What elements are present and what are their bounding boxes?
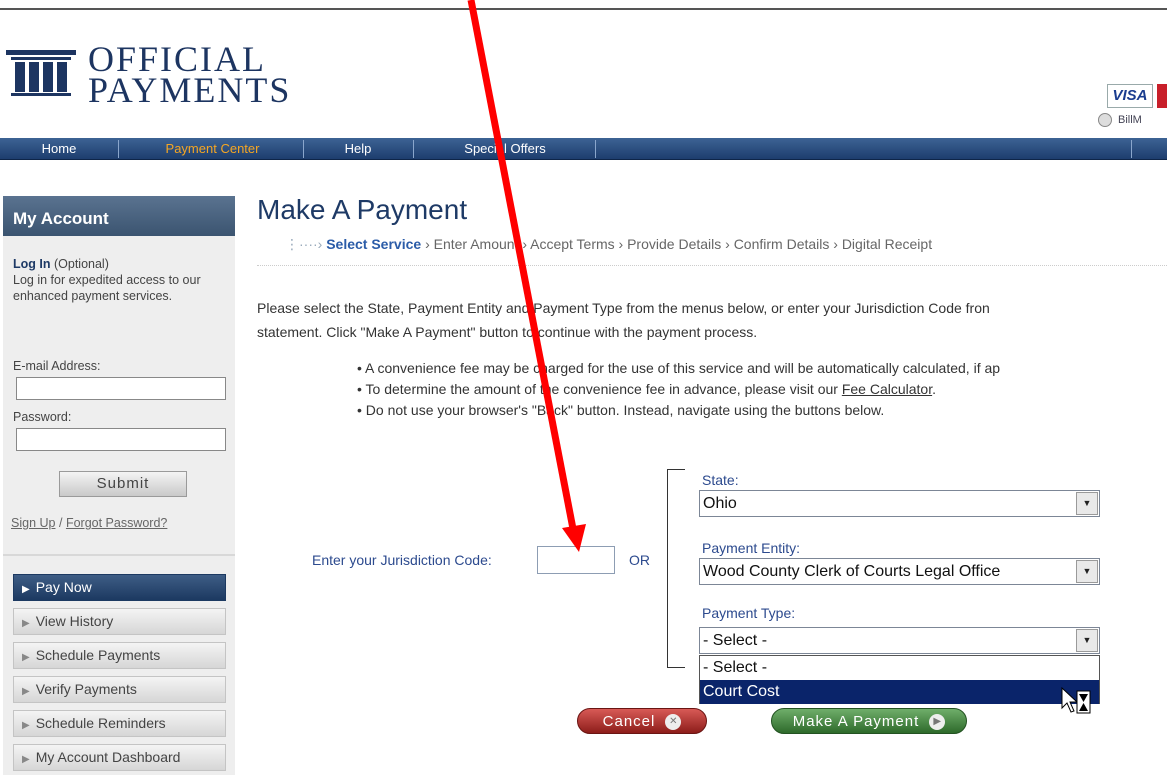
- or-label: OR: [629, 552, 650, 568]
- notice-text: • To determine the amount of the conveni…: [357, 381, 838, 397]
- pillars-icon: [6, 50, 76, 96]
- top-border: [0, 0, 1167, 10]
- sign-up-link[interactable]: Sign Up: [11, 516, 55, 530]
- nav-separator: [1131, 140, 1132, 158]
- notice-period: .: [932, 381, 937, 397]
- option-select[interactable]: - Select -: [700, 656, 1099, 680]
- menu-verify-payments[interactable]: ▶ Verify Payments: [13, 676, 226, 703]
- fee-calculator-link[interactable]: Fee Calculator: [842, 381, 932, 397]
- menu-pay-now[interactable]: ▶ Pay Now: [13, 574, 226, 601]
- triangle-right-icon: ▶: [22, 686, 30, 697]
- annotation-arrow-line: [467, 0, 578, 535]
- menu-schedule-reminders[interactable]: ▶ Schedule Reminders: [13, 710, 226, 737]
- password-field[interactable]: [16, 428, 226, 451]
- menu-label: Verify Payments: [35, 681, 137, 697]
- notice-back-button: • Do not use your browser's "Back" butto…: [357, 402, 885, 418]
- triangle-right-icon: ▶: [22, 584, 30, 595]
- link-separator: /: [58, 516, 63, 530]
- account-links: Sign Up / Forgot Password?: [11, 516, 167, 530]
- sidebar: My Account Log In (Optional) Log in for …: [3, 196, 235, 775]
- password-label: Password:: [13, 410, 72, 424]
- selection-bracket: [667, 469, 685, 668]
- triangle-right-icon: ▶: [22, 720, 30, 731]
- chevron-down-icon[interactable]: ▼: [1076, 492, 1098, 515]
- state-select[interactable]: Ohio ▼: [699, 490, 1100, 517]
- menu-label: My Account Dashboard: [35, 749, 181, 765]
- triangle-right-icon: ▶: [22, 652, 30, 663]
- make-a-payment-button[interactable]: Make A Payment ▶: [771, 708, 967, 734]
- nav-help[interactable]: Help: [318, 138, 398, 160]
- nav-separator: [118, 140, 119, 158]
- login-title: Log In: [13, 257, 51, 271]
- payment-type-dropdown: - Select - Court Cost: [699, 655, 1100, 704]
- nav-separator: [413, 140, 414, 158]
- notice-fee: • A convenience fee may be charged for t…: [357, 360, 1001, 376]
- visa-card-icon: VISA: [1107, 84, 1153, 108]
- triangle-right-icon: ▶: [22, 618, 30, 629]
- forgot-password-link[interactable]: Forgot Password?: [66, 516, 167, 530]
- payment-entity-value: Wood County Clerk of Courts Legal Office: [703, 563, 1001, 580]
- notice-list: • A convenience fee may be charged for t…: [357, 358, 1000, 421]
- instructions: Please select the State, Payment Entity …: [257, 296, 990, 344]
- billme-text: BillM: [1118, 113, 1142, 126]
- step-select-service: Select Service: [326, 236, 422, 252]
- login-optional: (Optional): [53, 257, 109, 271]
- payment-entity-select[interactable]: Wood County Clerk of Courts Legal Office…: [699, 558, 1100, 585]
- menu-label: Schedule Reminders: [35, 715, 166, 731]
- state-value: Ohio: [703, 495, 737, 512]
- my-account-heading: My Account: [3, 196, 235, 236]
- close-icon: ✕: [665, 714, 682, 731]
- steps-dots-icon: ⋮····›: [285, 236, 323, 252]
- nav-payment-center[interactable]: Payment Center: [140, 138, 285, 160]
- jurisdiction-code-input[interactable]: [537, 546, 615, 574]
- account-menu: ▶ Pay Now ▶ View History ▶ Schedule Payment…: [3, 554, 235, 775]
- menu-label: Pay Now: [35, 579, 92, 595]
- payment-type-value: - Select -: [703, 632, 768, 649]
- login-description: Log in for expedited access to our enhan…: [13, 273, 201, 303]
- triangle-right-icon: ▶: [22, 754, 30, 765]
- payment-entity-label: Payment Entity:: [702, 540, 801, 556]
- menu-view-history[interactable]: ▶ View History: [13, 608, 226, 635]
- progress-steps: ⋮····› Select Service › Enter Amount › A…: [285, 236, 932, 253]
- payment-type-label: Payment Type:: [702, 605, 796, 621]
- email-label: E-mail Address:: [13, 359, 101, 373]
- cancel-label: Cancel: [602, 713, 656, 730]
- page-title: Make A Payment: [257, 194, 468, 225]
- instructions-line-2: statement. Click "Make A Payment" button…: [257, 324, 758, 340]
- payment-type-select[interactable]: - Select - ▼: [699, 627, 1100, 654]
- nav-special-offers[interactable]: Special Offers: [440, 138, 570, 160]
- billme-badge: BillM: [1098, 113, 1142, 127]
- remaining-steps: › Enter Amount › Accept Terms › Provide …: [425, 236, 933, 252]
- main-nav: Home Payment Center Help Special Offers: [0, 138, 1167, 160]
- logo-text: OFFICIAL PAYMENTS: [88, 41, 292, 110]
- make-a-payment-label: Make A Payment: [792, 713, 920, 730]
- cancel-button[interactable]: Cancel ✕: [577, 708, 707, 734]
- nav-separator: [595, 140, 596, 158]
- submit-button[interactable]: Submit: [59, 471, 187, 497]
- instructions-line-1: Please select the State, Payment Entity …: [257, 300, 990, 316]
- jurisdiction-code-label: Enter your Jurisdiction Code:: [312, 552, 492, 568]
- nav-home[interactable]: Home: [18, 138, 100, 160]
- notice-fee-calculator: • To determine the amount of the conveni…: [357, 379, 1000, 400]
- nav-separator: [303, 140, 304, 158]
- login-block: Log In (Optional) Log in for expedited a…: [13, 256, 228, 304]
- email-field[interactable]: [16, 377, 226, 400]
- option-court-cost[interactable]: Court Cost: [700, 680, 1099, 704]
- menu-label: View History: [35, 613, 114, 629]
- info-circle-icon: [1098, 113, 1112, 127]
- menu-label: Schedule Payments: [35, 647, 161, 663]
- chevron-down-icon[interactable]: ▼: [1076, 629, 1098, 652]
- mastercard-icon: [1157, 84, 1167, 108]
- logo-line-2: PAYMENTS: [88, 70, 292, 110]
- menu-schedule-payments[interactable]: ▶ Schedule Payments: [13, 642, 226, 669]
- divider: [257, 265, 1167, 266]
- arrow-right-icon: ▶: [929, 714, 946, 731]
- chevron-down-icon[interactable]: ▼: [1076, 560, 1098, 583]
- menu-my-account-dashboard[interactable]: ▶ My Account Dashboard: [13, 744, 226, 771]
- state-label: State:: [702, 472, 739, 488]
- official-payments-logo[interactable]: OFFICIAL PAYMENTS: [2, 41, 322, 112]
